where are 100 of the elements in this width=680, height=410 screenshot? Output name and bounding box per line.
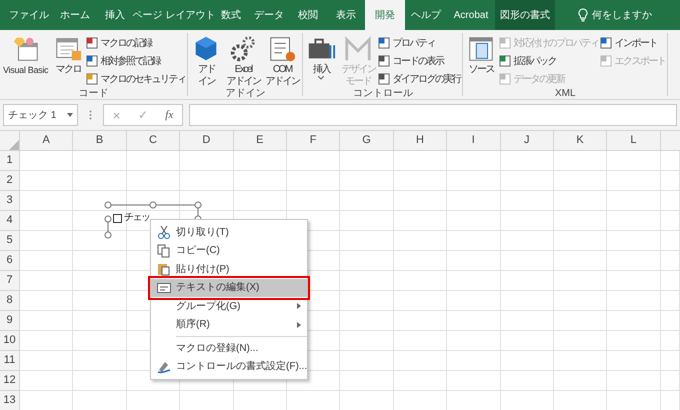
ribbon-tab[interactable]: ページ レイアウト bbox=[135, 0, 213, 30]
sheet-cell[interactable] bbox=[394, 331, 448, 351]
sheet-cell[interactable] bbox=[447, 151, 501, 171]
sheet-cell[interactable] bbox=[554, 351, 608, 371]
sheet-cell[interactable] bbox=[500, 211, 554, 231]
column-header[interactable]: H bbox=[394, 131, 448, 151]
row-header[interactable]: 9 bbox=[0, 311, 20, 331]
ribbon-small-button[interactable]: コードの表示 bbox=[378, 52, 460, 70]
sheet-cell[interactable] bbox=[340, 291, 394, 311]
sheet-cell[interactable] bbox=[500, 351, 554, 371]
column-header[interactable]: A bbox=[20, 131, 74, 151]
sheet-cell[interactable] bbox=[554, 371, 608, 391]
column-header[interactable]: B bbox=[73, 131, 127, 151]
ribbon-tab[interactable]: ファイル bbox=[3, 0, 55, 30]
sheet-cell[interactable] bbox=[394, 191, 448, 211]
sheet-cell[interactable] bbox=[554, 331, 608, 351]
sheet-cell[interactable] bbox=[126, 151, 180, 171]
sheet-cell[interactable] bbox=[660, 191, 680, 211]
sheet-cell[interactable] bbox=[554, 291, 608, 311]
sheet-cell[interactable] bbox=[73, 271, 127, 291]
column-header[interactable]: I bbox=[447, 131, 501, 151]
ribbon-tab[interactable]: Acrobat bbox=[447, 0, 495, 30]
sheet-cell[interactable] bbox=[500, 191, 554, 211]
sheet-cell[interactable] bbox=[180, 151, 234, 171]
ribbon-small-button[interactable]: ダイアログの実行 bbox=[378, 70, 460, 88]
sheet-cell[interactable] bbox=[20, 231, 74, 251]
sheet-cell[interactable] bbox=[447, 311, 501, 331]
sheet-cell[interactable] bbox=[500, 151, 554, 171]
sheet-cell[interactable] bbox=[73, 291, 127, 311]
row-header[interactable]: 2 bbox=[0, 171, 20, 191]
sheet-cell[interactable] bbox=[447, 191, 501, 211]
sheet-cell[interactable] bbox=[180, 171, 234, 191]
sheet-cell[interactable] bbox=[500, 251, 554, 271]
sheet-cell[interactable] bbox=[394, 271, 448, 291]
row-header[interactable]: 12 bbox=[0, 371, 20, 391]
row-header[interactable]: 10 bbox=[0, 331, 20, 351]
sheet-cell[interactable] bbox=[340, 191, 394, 211]
sheet-cell[interactable] bbox=[660, 311, 680, 331]
sheet-cell[interactable] bbox=[500, 291, 554, 311]
sheet-cell[interactable] bbox=[286, 191, 340, 211]
sheet-cell[interactable] bbox=[660, 351, 680, 371]
column-header[interactable]: C bbox=[126, 131, 180, 151]
sheet-cell[interactable] bbox=[234, 191, 287, 211]
sheet-cell[interactable] bbox=[554, 191, 608, 211]
sheet-cell[interactable] bbox=[234, 151, 287, 171]
ribbon-small-button[interactable]: 相対参照で記録 bbox=[86, 52, 186, 70]
sheet-cell[interactable] bbox=[20, 211, 74, 231]
ribbon-tab[interactable]: 図形の書式 bbox=[495, 0, 555, 30]
row-header[interactable]: 13 bbox=[0, 391, 20, 410]
sheet-cell[interactable] bbox=[607, 151, 661, 171]
formula-input-field[interactable] bbox=[189, 104, 677, 126]
ribbon-tab[interactable]: ホーム bbox=[55, 0, 95, 30]
ribbon-tab[interactable]: 数式 bbox=[213, 0, 249, 30]
sheet-cell[interactable] bbox=[20, 251, 74, 271]
sheet-cell[interactable] bbox=[20, 291, 74, 311]
ribbon-button[interactable]: マクロ bbox=[51, 33, 86, 88]
sheet-cell[interactable] bbox=[73, 351, 127, 371]
ribbon-small-button[interactable]: 拡張パック bbox=[499, 52, 598, 70]
ribbon-button[interactable]: Visual Basic bbox=[1, 33, 50, 88]
sheet-cell[interactable] bbox=[286, 151, 340, 171]
row-header[interactable]: 1 bbox=[0, 151, 20, 171]
sheet-cell[interactable] bbox=[20, 191, 74, 211]
sheet-cell[interactable] bbox=[554, 271, 608, 291]
sheet-cell[interactable] bbox=[394, 291, 448, 311]
column-header[interactable]: F bbox=[286, 131, 340, 151]
menu-item[interactable]: マクロの登録(N)... bbox=[151, 339, 308, 358]
row-header[interactable]: 5 bbox=[0, 231, 20, 251]
sheet-cell[interactable] bbox=[554, 171, 608, 191]
column-header[interactable] bbox=[660, 131, 680, 151]
menu-item[interactable]: 貼り付け(P) bbox=[151, 260, 308, 278]
sheet-cell[interactable] bbox=[286, 171, 340, 191]
sheet-cell[interactable] bbox=[607, 231, 661, 251]
sheet-cell[interactable] bbox=[554, 311, 608, 331]
selection-handles-overlay[interactable] bbox=[104, 201, 204, 239]
sheet-cell[interactable] bbox=[340, 231, 394, 251]
menu-item[interactable]: テキストの編集(X) bbox=[151, 278, 308, 297]
sheet-cell[interactable] bbox=[554, 151, 608, 171]
column-header[interactable]: J bbox=[500, 131, 554, 151]
ribbon-tab[interactable]: ヘルプ bbox=[405, 0, 447, 30]
ribbon-small-button[interactable]: マクロのセキュリティ bbox=[86, 70, 186, 88]
sheet-cell[interactable] bbox=[20, 271, 74, 291]
column-header[interactable]: L bbox=[607, 131, 661, 151]
row-header[interactable]: 6 bbox=[0, 251, 20, 271]
sheet-cell[interactable] bbox=[500, 231, 554, 251]
ribbon-tab[interactable]: 挿入 bbox=[95, 0, 135, 30]
sheet-cell[interactable] bbox=[73, 251, 127, 271]
sheet-cell[interactable] bbox=[20, 351, 74, 371]
sheet-cell[interactable] bbox=[660, 331, 680, 351]
sheet-cell[interactable] bbox=[340, 331, 394, 351]
select-all-button[interactable] bbox=[0, 131, 20, 151]
sheet-cell[interactable] bbox=[447, 251, 501, 271]
sheet-cell[interactable] bbox=[660, 271, 680, 291]
menu-item[interactable]: コントロールの書式設定(F)... bbox=[151, 358, 308, 376]
menu-item[interactable]: 切り取り(T) bbox=[151, 223, 308, 242]
sheet-cell[interactable] bbox=[607, 371, 661, 391]
sheet-cell[interactable] bbox=[340, 311, 394, 331]
sheet-cell[interactable] bbox=[340, 171, 394, 191]
ribbon-tab[interactable]: 校閲 bbox=[289, 0, 327, 30]
ribbon-tab[interactable]: 表示 bbox=[327, 0, 365, 30]
sheet-cell[interactable] bbox=[607, 191, 661, 211]
